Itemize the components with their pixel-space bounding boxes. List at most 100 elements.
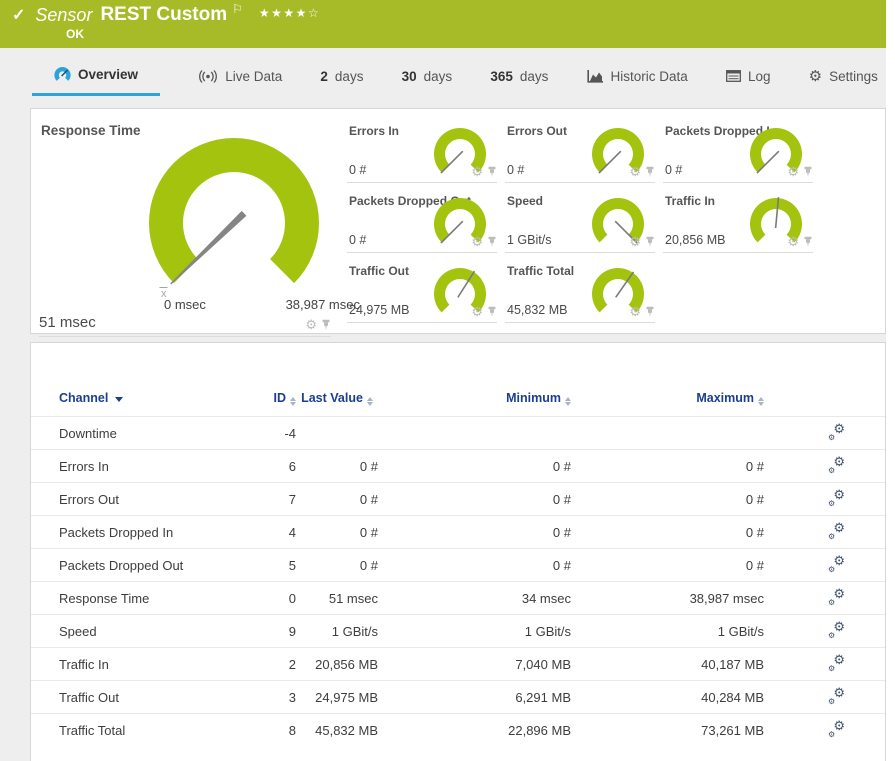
sensor-header-bar: ✓ Sensor REST Custom ⚐ ★★★★☆ OK	[0, 0, 886, 48]
table-row[interactable]: Response Time051 msec34 msec38,987 msec⚙…	[31, 582, 885, 615]
channel-minimum: 0 #	[378, 450, 571, 483]
tab-365-days[interactable]: 365days	[490, 56, 548, 96]
gear-icon[interactable]: ⚙	[305, 318, 317, 331]
pin-icon[interactable]	[487, 306, 497, 318]
table-row[interactable]: Traffic Total845,832 MB22,896 MB73,261 M…	[31, 714, 885, 747]
table-row[interactable]: Packets Dropped Out50 #0 #0 #⚙⚙	[31, 549, 885, 582]
channel-settings-icon[interactable]: ⚙⚙	[828, 457, 845, 473]
channel-settings-icon[interactable]: ⚙⚙	[828, 523, 845, 539]
channel-settings-icon[interactable]: ⚙⚙	[828, 556, 845, 572]
channel-minimum: 0 #	[378, 549, 571, 582]
sort-caret-icon	[115, 397, 123, 402]
table-row[interactable]: Traffic In220,856 MB7,040 MB40,187 MB⚙⚙	[31, 648, 885, 681]
priority-stars[interactable]: ★★★★☆	[259, 6, 320, 20]
gauge-value: 45,832 MB	[507, 303, 567, 317]
gear-icon[interactable]: ⚙	[629, 235, 641, 248]
channel-maximum: 38,987 msec	[571, 582, 764, 615]
table-row[interactable]: Speed91 GBit/s1 GBit/s1 GBit/s⚙⚙	[31, 615, 885, 648]
column-header-id[interactable]: ID	[234, 343, 296, 417]
channel-name[interactable]: Response Time	[31, 582, 234, 615]
channel-settings-icon[interactable]: ⚙⚙	[828, 721, 845, 737]
column-header-last-value[interactable]: Last Value	[296, 343, 378, 417]
table-row[interactable]: Errors In60 #0 #0 #⚙⚙	[31, 450, 885, 483]
pin-icon[interactable]	[487, 166, 497, 178]
gauge-scale: 0 msec 38,987 msec	[164, 297, 360, 312]
channel-maximum: 40,187 MB	[571, 648, 764, 681]
pin-icon[interactable]	[803, 166, 813, 178]
gear-icon[interactable]: ⚙	[471, 235, 483, 248]
tab-settings[interactable]: ⚙Settings	[809, 56, 878, 96]
channel-id: 2	[234, 648, 296, 681]
gauge-cell-errors-in: Errors In 0 # ⚙	[347, 119, 497, 183]
channel-name[interactable]: Speed	[31, 615, 234, 648]
pin-icon[interactable]	[645, 306, 655, 318]
pin-icon[interactable]	[645, 236, 655, 248]
gear-icon[interactable]: ⚙	[629, 305, 641, 318]
channel-last-value: 0 #	[296, 516, 378, 549]
channel-settings-icon[interactable]: ⚙⚙	[828, 688, 845, 704]
gauge-cell-traffic-in: Traffic In 20,856 MB ⚙	[663, 189, 813, 253]
column-header-minimum[interactable]: Minimum	[378, 343, 571, 417]
tab-overview[interactable]: Overview	[32, 56, 160, 96]
channel-name[interactable]: Downtime	[31, 417, 234, 450]
column-header-maximum[interactable]: Maximum	[571, 343, 764, 417]
channel-last-value: 20,856 MB	[296, 648, 378, 681]
channel-name[interactable]: Traffic In	[31, 648, 234, 681]
channel-table-panel: Channel ID Last Value Minimum Maximum Do…	[30, 342, 886, 761]
pin-icon[interactable]	[645, 166, 655, 178]
gear-icon[interactable]: ⚙	[471, 165, 483, 178]
response-time-gauge: x	[139, 131, 329, 308]
channel-minimum: 0 #	[378, 516, 571, 549]
tab-label: days	[424, 69, 453, 84]
tab-historic-data[interactable]: Historic Data	[587, 56, 688, 96]
tab-30-days[interactable]: 30days	[402, 56, 453, 96]
channel-name[interactable]: Errors In	[31, 450, 234, 483]
tab-live-data[interactable]: Live Data	[198, 56, 282, 96]
channel-settings-icon[interactable]: ⚙⚙	[828, 589, 845, 605]
table-row[interactable]: Errors Out70 #0 #0 #⚙⚙	[31, 483, 885, 516]
table-row[interactable]: Traffic Out324,975 MB6,291 MB40,284 MB⚙⚙	[31, 681, 885, 714]
flag-icon[interactable]: ⚐	[232, 2, 243, 16]
channel-settings-icon[interactable]: ⚙⚙	[828, 622, 845, 638]
channel-minimum: 1 GBit/s	[378, 615, 571, 648]
gear-icon[interactable]: ⚙	[629, 165, 641, 178]
channel-name[interactable]: Packets Dropped Out	[31, 549, 234, 582]
channel-settings-icon[interactable]: ⚙⚙	[828, 490, 845, 506]
sort-arrows-icon	[758, 397, 764, 406]
pin-icon[interactable]	[321, 319, 331, 331]
tab-number: 365	[490, 69, 513, 84]
channel-maximum	[571, 417, 764, 450]
response-time-block: Response Time x 0 msec 38,987 msec 51 ms…	[39, 119, 339, 333]
channel-name[interactable]: Traffic Out	[31, 681, 234, 714]
gauge-scale-min: 0 msec	[164, 297, 206, 312]
tab-2-days[interactable]: 2days	[320, 56, 363, 96]
gear-icon[interactable]: ⚙	[787, 165, 799, 178]
table-row[interactable]: Downtime-4⚙⚙	[31, 417, 885, 450]
channel-settings-icon[interactable]: ⚙⚙	[828, 424, 845, 440]
pin-icon[interactable]	[487, 236, 497, 248]
tab-label: Live Data	[225, 69, 282, 84]
channel-name[interactable]: Errors Out	[31, 483, 234, 516]
gear-icon[interactable]: ⚙	[787, 235, 799, 248]
channel-minimum: 0 #	[378, 483, 571, 516]
gauge-label: Errors Out	[507, 124, 567, 138]
sensor-title: REST Custom	[100, 4, 227, 26]
pin-icon[interactable]	[803, 236, 813, 248]
gauge-cell-errors-out: Errors Out 0 # ⚙	[505, 119, 655, 183]
channel-settings-icon[interactable]: ⚙⚙	[828, 655, 845, 671]
channel-last-value: 0 #	[296, 450, 378, 483]
channel-name[interactable]: Packets Dropped In	[31, 516, 234, 549]
table-row[interactable]: Packets Dropped In40 #0 #0 #⚙⚙	[31, 516, 885, 549]
tab-bar: OverviewLive Data2days30days365daysHisto…	[0, 56, 886, 96]
tab-log[interactable]: Log	[726, 56, 771, 96]
gear-icon: ⚙	[809, 67, 822, 85]
gauge-label: Traffic In	[665, 194, 715, 208]
channel-name[interactable]: Traffic Total	[31, 714, 234, 747]
channel-minimum: 22,896 MB	[378, 714, 571, 747]
column-header-channel[interactable]: Channel	[31, 343, 234, 417]
channel-id: 7	[234, 483, 296, 516]
gauge-value: 0 #	[665, 163, 682, 177]
gauge-value: 1 GBit/s	[507, 233, 551, 247]
gear-icon[interactable]: ⚙	[471, 305, 483, 318]
tab-label: Historic Data	[611, 69, 688, 84]
